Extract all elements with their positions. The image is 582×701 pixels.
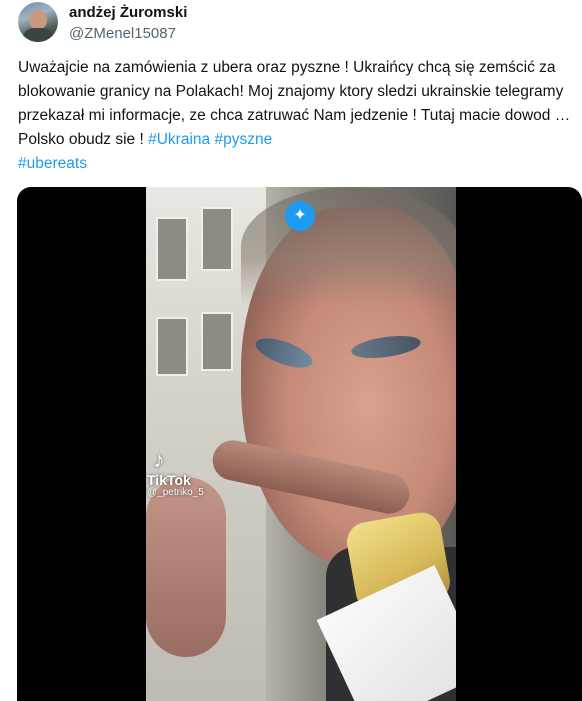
display-name[interactable]: andżej Żuromski: [69, 4, 187, 22]
window: [156, 217, 188, 281]
hashtag-ukraina[interactable]: #Ukraina: [148, 131, 210, 148]
tweet: andżej Żuromski @ZMenel15087 Uważajcie n…: [0, 0, 582, 701]
window: [156, 317, 188, 376]
hashtag-ubereats[interactable]: #ubereats: [18, 155, 87, 172]
tiktok-logo-icon: ♪: [153, 447, 165, 472]
window: [201, 312, 233, 371]
tweet-text: Uważajcie na zamówienia z ubera oraz pys…: [18, 56, 574, 176]
person-hair: [241, 187, 456, 307]
tiktok-username: @_petriko_5: [147, 487, 204, 498]
person-hand: [146, 477, 226, 657]
tiktok-watermark: ♪ TikTok @_petriko_5: [147, 449, 204, 499]
video-player[interactable]: ✦ ♪ TikTok @_petriko_5: [17, 187, 582, 701]
window: [201, 207, 233, 271]
video-frame[interactable]: [146, 187, 456, 701]
hashtag-pyszne[interactable]: #pyszne: [214, 131, 272, 148]
grok-sparkle-icon[interactable]: ✦: [285, 201, 315, 231]
avatar-head: [29, 10, 47, 30]
tweet-body: Uważajcie na zamówienia z ubera oraz pys…: [18, 59, 571, 148]
avatar[interactable]: [18, 2, 58, 42]
author-block: andżej Żuromski @ZMenel15087: [69, 4, 187, 44]
avatar-body: [22, 28, 54, 42]
tiktok-brand: TikTok: [147, 472, 191, 488]
user-handle[interactable]: @ZMenel15087: [69, 24, 187, 44]
